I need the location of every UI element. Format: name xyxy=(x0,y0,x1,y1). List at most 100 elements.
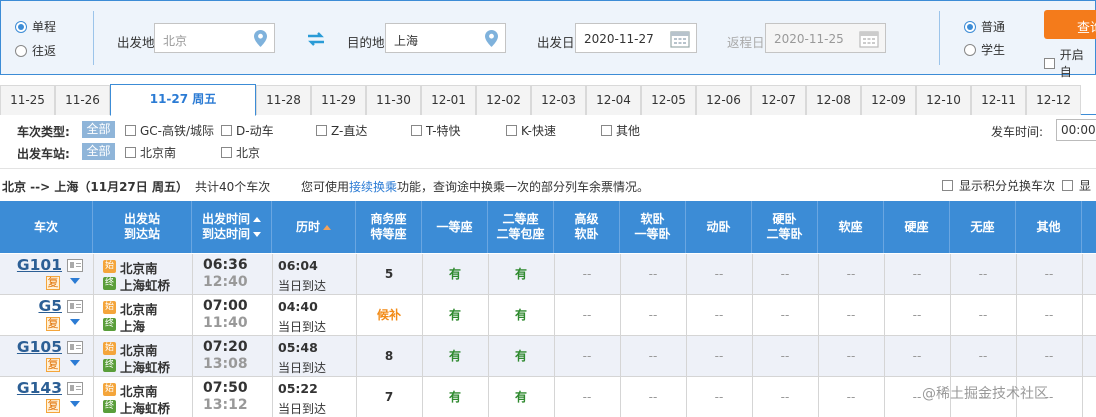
date-tab[interactable]: 12-06 xyxy=(696,85,751,115)
depart-date-field[interactable]: 2020-11-27 xyxy=(575,23,697,53)
swap-stations-icon[interactable] xyxy=(306,31,326,47)
arrive-station[interactable]: 上海 xyxy=(120,316,145,335)
expand-arrow-icon[interactable] xyxy=(70,319,80,325)
date-tab[interactable]: 11-29 xyxy=(311,85,366,115)
transfer-link[interactable]: 接续换乘 xyxy=(349,180,397,194)
expand-arrow-icon[interactable] xyxy=(70,360,80,366)
arrive-station[interactable]: 上海虹桥 xyxy=(120,275,170,294)
train-number-link[interactable]: G5 xyxy=(38,297,62,315)
seat-availability[interactable]: 候补 xyxy=(356,295,422,336)
seat-availability[interactable]: 有 xyxy=(488,336,554,377)
col-train: 车次 xyxy=(0,201,93,253)
duration: 05:48 xyxy=(278,340,318,355)
sort-down-icon[interactable] xyxy=(253,232,261,237)
date-tab[interactable]: 11-28 xyxy=(256,85,311,115)
return-date-label: 返程日 xyxy=(727,35,765,50)
show-option-checkbox[interactable]: 显 xyxy=(1062,177,1091,194)
date-tab[interactable]: 12-07 xyxy=(751,85,806,115)
arrival-day: 当日到达 xyxy=(278,320,327,334)
date-tab[interactable]: 12-09 xyxy=(861,85,916,115)
checkbox-icon xyxy=(125,125,136,136)
date-tab[interactable]: 12-05 xyxy=(641,85,696,115)
train-number-link[interactable]: G143 xyxy=(17,379,62,397)
filter-type-other[interactable]: 其他 xyxy=(601,122,640,139)
seat-availability[interactable]: 5 xyxy=(356,254,422,295)
to-field[interactable]: 上海 xyxy=(385,23,506,53)
sort-up-icon[interactable] xyxy=(323,224,331,230)
seat-availability: -- xyxy=(714,390,724,404)
return-trip-badge[interactable]: 复 xyxy=(46,358,60,372)
seat-availability[interactable]: 有 xyxy=(422,254,488,295)
seat-availability[interactable]: 7 xyxy=(356,377,422,417)
filter-station-beijingnan[interactable]: 北京南 xyxy=(125,144,176,161)
ticket-student-radio[interactable]: 学生 xyxy=(964,41,1005,58)
from-field[interactable]: 北京 xyxy=(154,23,275,53)
date-tab[interactable]: 11-30 xyxy=(366,85,421,115)
auto-query-checkbox[interactable]: 开启自 xyxy=(1044,46,1095,80)
filter-station-beijing[interactable]: 北京 xyxy=(221,144,260,161)
station-all-button[interactable]: 全部 xyxy=(82,143,115,160)
date-tab[interactable]: 12-10 xyxy=(916,85,971,115)
date-tab[interactable]: 12-03 xyxy=(531,85,586,115)
hint-text: 功能，查询途中换乘一次的部分列车余票情况。 xyxy=(397,180,650,194)
seat-availability: -- xyxy=(846,390,856,404)
col-soft-1: 软卧 xyxy=(640,212,665,226)
seat-availability[interactable]: 有 xyxy=(422,377,488,417)
return-trip-badge[interactable]: 复 xyxy=(46,399,60,413)
seat-availability: -- xyxy=(780,267,790,281)
seat-availability[interactable]: 有 xyxy=(488,377,554,417)
col-time-2: 到达时间 xyxy=(201,227,250,241)
arrive-station[interactable]: 上海虹桥 xyxy=(120,398,170,417)
col-second-2: 二等包座 xyxy=(496,227,545,241)
seat-availability[interactable]: 有 xyxy=(422,336,488,377)
trip-roundtrip-radio[interactable]: 往返 xyxy=(15,42,56,59)
filter-type-k[interactable]: K-快速 xyxy=(506,122,556,139)
date-tab-active[interactable]: 11-27 周五 xyxy=(110,84,256,116)
date-tab[interactable]: 12-12 xyxy=(1026,85,1081,115)
return-trip-badge[interactable]: 复 xyxy=(46,317,60,331)
expand-arrow-icon[interactable] xyxy=(70,401,80,407)
column-divider xyxy=(752,254,753,417)
col-second-1: 二等座 xyxy=(502,212,539,226)
expand-arrow-icon[interactable] xyxy=(70,278,80,284)
show-points-checkbox[interactable]: 显示积分兑换车次 xyxy=(942,177,1055,194)
depart-time: 06:36 xyxy=(203,257,248,273)
date-tab[interactable]: 12-08 xyxy=(806,85,861,115)
depart-time-select[interactable]: 00:00- xyxy=(1056,119,1096,141)
seat-availability[interactable]: 有 xyxy=(422,295,488,336)
query-button[interactable]: 查询 xyxy=(1044,10,1096,39)
seat-availability[interactable]: 有 xyxy=(488,254,554,295)
date-tab[interactable]: 11-25 xyxy=(0,85,55,115)
seat-availability[interactable]: 有 xyxy=(488,295,554,336)
train-number-link[interactable]: G105 xyxy=(17,338,62,356)
date-tab[interactable]: 12-04 xyxy=(586,85,641,115)
trip-roundtrip-label: 往返 xyxy=(32,44,57,58)
col-duration[interactable]: 历时 xyxy=(272,201,356,253)
filter-label: 北京 xyxy=(236,146,261,160)
seat-availability[interactable]: 8 xyxy=(356,336,422,377)
filter-type-t[interactable]: T-特快 xyxy=(411,122,461,139)
arrival-day: 当日到达 xyxy=(278,402,327,416)
date-tab[interactable]: 12-11 xyxy=(971,85,1026,115)
return-date-field[interactable]: 2020-11-25 xyxy=(765,23,886,53)
filter-type-gc[interactable]: GC-高铁/城际 xyxy=(125,122,214,139)
col-hard-2: 二等卧 xyxy=(766,227,803,241)
filter-label: Z-直达 xyxy=(331,124,368,138)
filter-type-z[interactable]: Z-直达 xyxy=(316,122,367,139)
train-type-all-button[interactable]: 全部 xyxy=(82,121,115,138)
ticket-normal-radio[interactable]: 普通 xyxy=(964,18,1005,35)
trip-oneway-radio[interactable]: 单程 xyxy=(15,18,56,35)
arrive-station[interactable]: 上海虹桥 xyxy=(120,357,170,376)
date-tab[interactable]: 12-02 xyxy=(476,85,531,115)
col-times[interactable]: 出发时间 到达时间 xyxy=(192,201,272,253)
end-station-badge: 终 xyxy=(103,400,116,413)
seat-availability: -- xyxy=(846,308,856,322)
date-tab[interactable]: 11-26 xyxy=(55,85,110,115)
date-tab[interactable]: 12-01 xyxy=(421,85,476,115)
return-trip-badge[interactable]: 复 xyxy=(46,276,60,290)
sort-up-icon[interactable] xyxy=(253,217,261,222)
col-moving-label: 动卧 xyxy=(706,219,731,234)
route-summary: 北京 --> 上海（11月27日 周五） xyxy=(2,180,188,194)
filter-type-d[interactable]: D-动车 xyxy=(221,122,274,139)
train-number-link[interactable]: G101 xyxy=(17,256,62,274)
